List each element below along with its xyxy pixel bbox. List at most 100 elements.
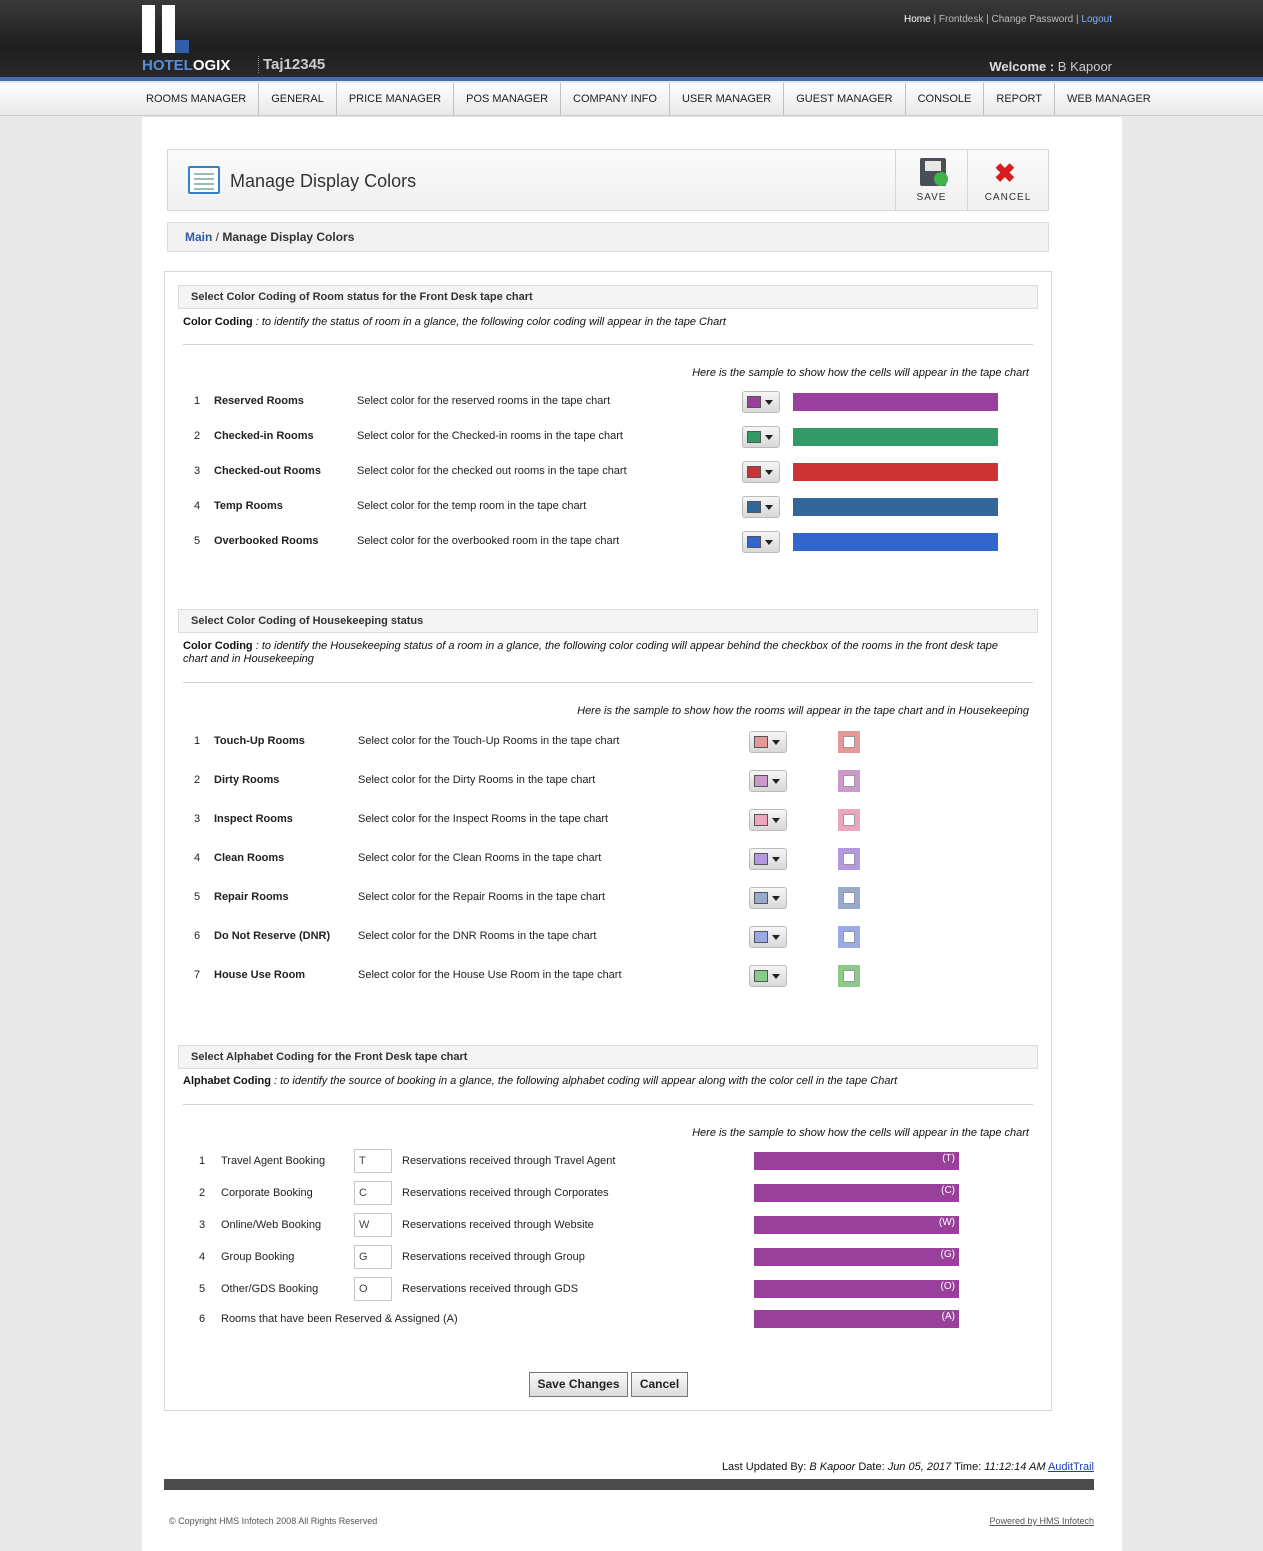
nav-pos-manager[interactable]: POS MANAGER [454,83,562,116]
sample-checkbox-cell [838,770,860,792]
alphabet-code-input[interactable]: T [354,1149,392,1173]
color-picker[interactable] [742,426,780,448]
checkbox[interactable] [843,775,855,787]
color-picker[interactable] [749,770,787,792]
desc-label: Color Coding [183,640,253,652]
color-swatch [747,466,761,478]
room-status-row: 2 Checked-in Rooms Select color for the … [165,426,1053,448]
change-password-link[interactable]: Change Password [992,14,1074,25]
sample-cell: (O) [754,1280,959,1298]
alphabet-code-input[interactable]: C [354,1181,392,1205]
row-name: Other/GDS Booking [221,1283,319,1295]
checkbox[interactable] [843,892,855,904]
desc-text: : to identify the Housekeeping status of… [183,640,999,665]
alphabet-code-input[interactable]: G [354,1245,392,1269]
hotelogix-logo[interactable]: HOTELOGIX [142,5,242,75]
housekeeping-row: 4 Clean Rooms Select color for the Clean… [165,848,1053,870]
nav-user-manager[interactable]: USER MANAGER [670,83,785,116]
row-description: Select color for the Checked-in rooms in… [357,430,623,442]
logo-text-a: HOTEL [142,57,193,74]
color-swatch [754,853,768,865]
color-picker[interactable] [742,531,780,553]
nav-price-manager[interactable]: PRICE MANAGER [337,83,455,116]
nav-web-manager[interactable]: WEB MANAGER [1055,83,1163,116]
sample-checkbox-cell [838,731,860,753]
cancel-button-label: CANCEL [984,192,1032,203]
housekeeping-description: Color Coding : to identify the Housekeep… [183,640,1023,666]
color-picker[interactable] [749,731,787,753]
welcome-label: Welcome : [989,59,1055,74]
color-picker[interactable] [742,496,780,518]
row-description: Reservations received through Group [402,1251,585,1263]
page-title: Manage Display Colors [230,171,417,191]
divider [183,344,1033,345]
color-swatch [747,536,761,548]
breadcrumb-main-link[interactable]: Main [185,230,212,244]
logo-bar [162,5,175,53]
color-picker[interactable] [742,461,780,483]
row-name: Corporate Booking [221,1187,313,1199]
home-link[interactable]: Home [904,14,931,25]
sample-code: (G) [940,1249,955,1260]
cancel-button[interactable]: ✖ CANCEL [967,150,1048,210]
row-description: Select color for the Clean Rooms in the … [358,852,602,864]
checkbox[interactable] [843,853,855,865]
dropdown-arrow-icon [772,818,780,823]
row-number: 7 [194,969,201,981]
welcome-user: B Kapoor [1057,59,1112,74]
nav-console[interactable]: CONSOLE [906,83,985,116]
room-status-sample-note: Here is the sample to show how the cells… [692,367,1029,379]
content-area: Manage Display Colors SAVE ✖ CANCEL Main… [142,117,1122,1551]
alphabet-row: 5 Other/GDS Booking O Reservations recei… [165,1277,1053,1301]
color-picker[interactable] [749,926,787,948]
color-picker[interactable] [749,848,787,870]
checkbox[interactable] [843,970,855,982]
color-picker[interactable] [749,809,787,831]
row-description: Select color for the Dirty Rooms in the … [358,774,596,786]
row-number: 5 [199,1283,206,1295]
room-status-row: 1 Reserved Rooms Select color for the re… [165,391,1053,413]
logout-link[interactable]: Logout [1081,14,1112,25]
color-picker[interactable] [749,965,787,987]
housekeeping-row: 5 Repair Rooms Select color for the Repa… [165,887,1053,909]
alphabet-row: 4 Group Booking G Reservations received … [165,1245,1053,1269]
row-number: 4 [199,1251,206,1263]
nav-guest-manager[interactable]: GUEST MANAGER [784,83,906,116]
breadcrumb: Main / Manage Display Colors [167,222,1049,252]
checkbox[interactable] [843,814,855,826]
alphabet-description: Alphabet Coding : to identify the source… [183,1075,1023,1088]
checkbox[interactable] [843,736,855,748]
row-name: Group Booking [221,1251,295,1263]
alphabet-code-input[interactable]: W [354,1213,392,1237]
row-number: 2 [194,430,201,442]
row-description: Select color for the DNR Rooms in the ta… [358,930,597,942]
row-name: Rooms that have been Reserved & Assigned… [221,1313,458,1325]
link-separator: | [933,14,937,25]
sample-cell [793,463,998,481]
cancel-form-button[interactable]: Cancel [631,1372,688,1397]
nav-general[interactable]: GENERAL [259,83,337,116]
frontdesk-link[interactable]: Frontdesk [939,14,983,25]
nav-report[interactable]: REPORT [984,83,1056,116]
sample-cell: (A) [754,1310,959,1328]
save-button[interactable]: SAVE [895,150,967,210]
alphabet-row: 3 Online/Web Booking W Reservations rece… [165,1213,1053,1237]
sample-checkbox-cell [838,965,860,987]
color-picker[interactable] [742,391,780,413]
checkbox[interactable] [843,931,855,943]
alphabet-code-input[interactable]: O [354,1277,392,1301]
dropdown-arrow-icon [765,400,773,405]
housekeeping-row: 7 House Use Room Select color for the Ho… [165,965,1053,987]
row-description: Reservations received through GDS [402,1283,579,1295]
color-picker[interactable] [749,887,787,909]
nav-company-info[interactable]: COMPANY INFO [561,83,670,116]
powered-by-link[interactable]: Powered by HMS Infotech [989,1516,1094,1526]
property-code: Taj12345 [258,56,325,73]
nav-rooms-manager[interactable]: ROOMS MANAGER [142,83,260,116]
alphabet-row: 6 Rooms that have been Reserved & Assign… [165,1307,1053,1331]
row-description: Select color for the House Use Room in t… [358,969,622,981]
save-changes-button[interactable]: Save Changes [529,1372,628,1397]
row-description: Reservations received through Website [402,1219,594,1231]
link-separator: | [1076,14,1079,25]
audit-trail-link[interactable]: AuditTrail [1048,1461,1094,1473]
